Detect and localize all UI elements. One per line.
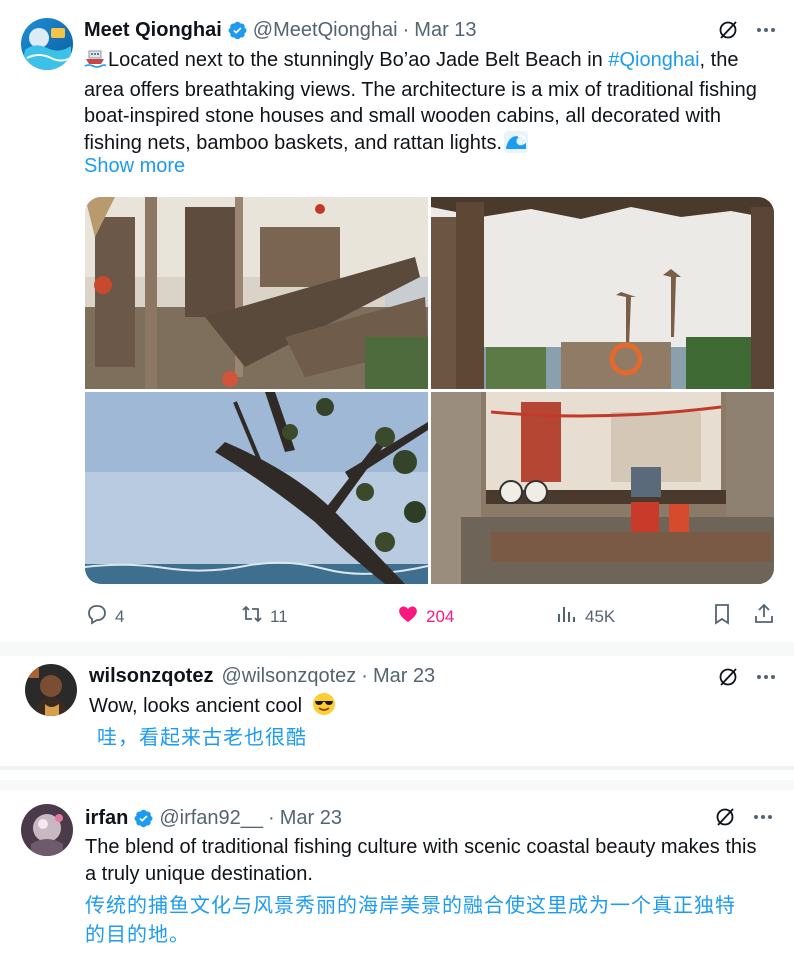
author-handle[interactable]: @MeetQionghai — [253, 19, 398, 42]
bookmark-action[interactable] — [710, 602, 734, 631]
thread-separator-2 — [0, 766, 794, 770]
media-grid — [85, 197, 774, 584]
reply2-translation: 传统的捕鱼文化与风景秀丽的海岸美景的融合使这里成为一个真正独特的目的地。 — [85, 895, 736, 946]
reply1-author-name[interactable]: wilsonzqotez — [89, 665, 213, 688]
verified-badge-icon — [227, 20, 248, 41]
beach-terrace-photo[interactable] — [431, 197, 774, 389]
header-separator: · — [402, 19, 410, 41]
sunglasses-emoji-icon — [312, 692, 336, 724]
reply1-text-content: Wow, looks ancient cool — [89, 695, 303, 717]
reply1-translation: 哇，看起来古老也很酷 — [97, 727, 307, 749]
reply2-author-handle[interactable]: @irfan92__ — [159, 807, 263, 830]
views-action[interactable]: 45K — [555, 602, 615, 631]
reply1-text: Wow, looks ancient cool — [89, 692, 769, 724]
main-tweet-action-bar: 4 11 204 45K — [0, 600, 794, 630]
like-icon — [396, 602, 420, 631]
reply1-header-separator: · — [361, 665, 368, 687]
reply2-header: irfan @irfan92__ · Mar 23 — [85, 807, 342, 830]
reply2-author-name[interactable]: irfan — [85, 807, 128, 830]
reply2-text: The blend of traditional fishing culture… — [85, 836, 757, 885]
reply1-header: wilsonzqotez @wilsonzqotez · Mar 23 — [89, 665, 435, 688]
reply1-author-handle[interactable]: @wilsonzqotez — [221, 665, 356, 688]
grok-icon[interactable] — [717, 666, 739, 693]
reply-icon — [85, 602, 109, 631]
reply-action[interactable]: 4 — [85, 602, 124, 631]
show-more-link[interactable]: Show more — [84, 155, 185, 178]
reply-tweet-2: irfan @irfan92__ · Mar 23 The blend of t… — [0, 790, 794, 979]
cafe-interior-photo[interactable] — [431, 392, 774, 584]
fishing-village-boat-photo[interactable] — [85, 197, 428, 389]
views-count: 45K — [585, 606, 616, 626]
reply2-header-separator: · — [268, 807, 275, 829]
main-tweet: Meet Qionghai @MeetQionghai · Mar 13 Loc… — [0, 0, 794, 640]
more-icon[interactable] — [755, 19, 777, 46]
repost-count: 11 — [270, 606, 288, 626]
share-icon — [752, 602, 776, 631]
repost-icon — [240, 602, 264, 631]
reply-tweet-1: wilsonzqotez @wilsonzqotez · Mar 23 Wow,… — [0, 654, 794, 764]
more-icon[interactable] — [752, 806, 774, 833]
reply-count: 4 — [115, 606, 125, 626]
thread-separator-3 — [0, 780, 794, 790]
tweet-date[interactable]: Mar 13 — [414, 19, 476, 42]
reply1-date[interactable]: Mar 23 — [373, 665, 435, 688]
author-name[interactable]: Meet Qionghai — [84, 19, 222, 42]
reply2-date[interactable]: Mar 23 — [280, 807, 342, 830]
grok-icon[interactable] — [717, 19, 739, 46]
like-action[interactable]: 204 — [396, 602, 454, 631]
tweet-text: Located next to the stunningly Bo’ao Jad… — [84, 47, 776, 160]
main-tweet-top-actions — [717, 19, 777, 46]
views-icon — [555, 602, 579, 631]
verified-badge-icon — [133, 808, 154, 829]
repost-action[interactable]: 11 — [240, 602, 288, 631]
reply2-top-actions — [714, 806, 774, 833]
tweet-text-part-1: Located next to the stunningly Bo’ao Jad… — [108, 49, 609, 71]
wilsonzqotez-avatar[interactable] — [25, 664, 77, 716]
irfan-avatar[interactable] — [21, 804, 73, 856]
main-tweet-header: Meet Qionghai @MeetQionghai · Mar 13 — [84, 19, 477, 42]
reply1-top-actions — [717, 666, 777, 693]
ship-emoji-icon — [84, 47, 107, 77]
like-count: 204 — [426, 606, 455, 626]
tree-branch-sea-photo[interactable] — [85, 392, 428, 584]
more-icon[interactable] — [755, 666, 777, 693]
hashtag-link[interactable]: #Qionghai — [608, 49, 699, 71]
bookmark-icon — [710, 602, 734, 631]
meet-qionghai-avatar[interactable] — [21, 18, 73, 70]
share-action[interactable] — [752, 602, 776, 631]
grok-icon[interactable] — [714, 806, 736, 833]
wave-emoji-icon — [504, 130, 529, 161]
